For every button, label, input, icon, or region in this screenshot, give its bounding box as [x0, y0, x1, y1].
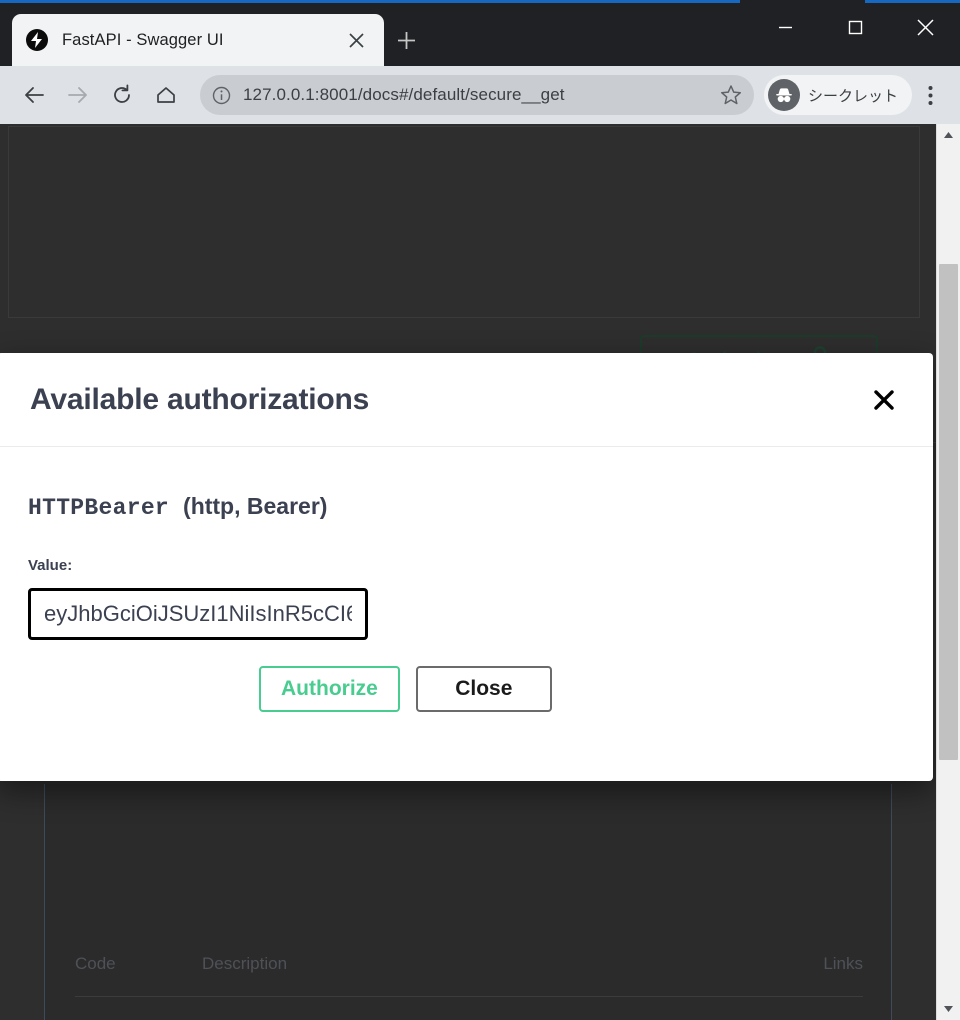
- modal-actions: Authorize Close: [28, 666, 900, 712]
- new-tab-button[interactable]: [390, 24, 422, 56]
- value-input[interactable]: [28, 588, 368, 640]
- modal-header: Available authorizations: [0, 353, 933, 447]
- page-title: Available authorizations: [30, 382, 370, 416]
- address-bar-url[interactable]: 127.0.0.1:8001/docs#/default/secure__get: [243, 85, 712, 105]
- reload-icon[interactable]: [100, 73, 144, 117]
- column-header-description: Description: [202, 954, 288, 973]
- window-minimize-button[interactable]: [750, 4, 820, 50]
- security-scheme-heading: HTTPBearer (http, Bearer): [28, 493, 900, 521]
- opblock-body: Code Description Links 200 Successful Re…: [44, 784, 892, 1020]
- tab-close-icon[interactable]: [342, 26, 370, 54]
- scrollbar-up-arrow-icon[interactable]: [937, 124, 960, 146]
- responses-table: Code Description Links 200 Successful Re…: [75, 954, 863, 1020]
- responses-table-header: Code Description Links: [75, 954, 863, 997]
- close-icon[interactable]: [867, 383, 901, 417]
- window-maximize-button[interactable]: [820, 4, 890, 50]
- scrollbar-thumb[interactable]: [939, 264, 958, 760]
- scheme-container: [8, 126, 920, 318]
- titlebar-accent-right: [865, 0, 960, 3]
- home-icon[interactable]: [144, 73, 188, 117]
- incognito-indicator[interactable]: シークレット: [763, 75, 912, 115]
- address-bar[interactable]: 127.0.0.1:8001/docs#/default/secure__get: [200, 75, 754, 115]
- available-authorizations-modal: Available authorizations HTTPBearer (htt…: [0, 353, 933, 781]
- incognito-hat-icon: [767, 79, 800, 111]
- modal-body: HTTPBearer (http, Bearer) Value: Authori…: [0, 447, 933, 712]
- browser-window: FastAPI - Swagger UI 127.0.0.1:8001/docs…: [0, 0, 960, 1020]
- security-scheme-meta: (http, Bearer): [183, 493, 328, 519]
- security-scheme-name: HTTPBearer: [28, 495, 170, 521]
- page-scrollbar[interactable]: [936, 124, 960, 1020]
- authorize-button[interactable]: Authorize: [259, 666, 400, 712]
- incognito-label: シークレット: [807, 87, 898, 105]
- info-circle-icon[interactable]: [212, 86, 231, 105]
- window-close-button[interactable]: [890, 4, 960, 50]
- scrollbar-down-arrow-icon[interactable]: [937, 998, 960, 1020]
- column-header-code: Code: [75, 954, 116, 973]
- star-outline-icon[interactable]: [720, 84, 742, 106]
- column-header-links: Links: [823, 954, 863, 973]
- browser-titlebar: FastAPI - Swagger UI: [0, 0, 960, 66]
- page-viewport: Authorize Code Description Links: [0, 124, 936, 1020]
- table-row: 200 Successful Response No links: [75, 997, 863, 1020]
- browser-tab-fastapi[interactable]: FastAPI - Swagger UI: [12, 14, 384, 66]
- browser-toolbar: 127.0.0.1:8001/docs#/default/secure__get…: [0, 66, 960, 124]
- fastapi-bolt-icon: [26, 29, 48, 51]
- three-dots-menu-icon[interactable]: [912, 73, 948, 117]
- tab-title: FastAPI - Swagger UI: [62, 30, 224, 49]
- titlebar-accent-left: [0, 0, 740, 3]
- forward-arrow-icon: [56, 73, 100, 117]
- value-label: Value:: [28, 557, 73, 574]
- window-controls: [750, 4, 960, 50]
- close-button[interactable]: Close: [415, 666, 552, 712]
- back-arrow-icon[interactable]: [12, 73, 56, 117]
